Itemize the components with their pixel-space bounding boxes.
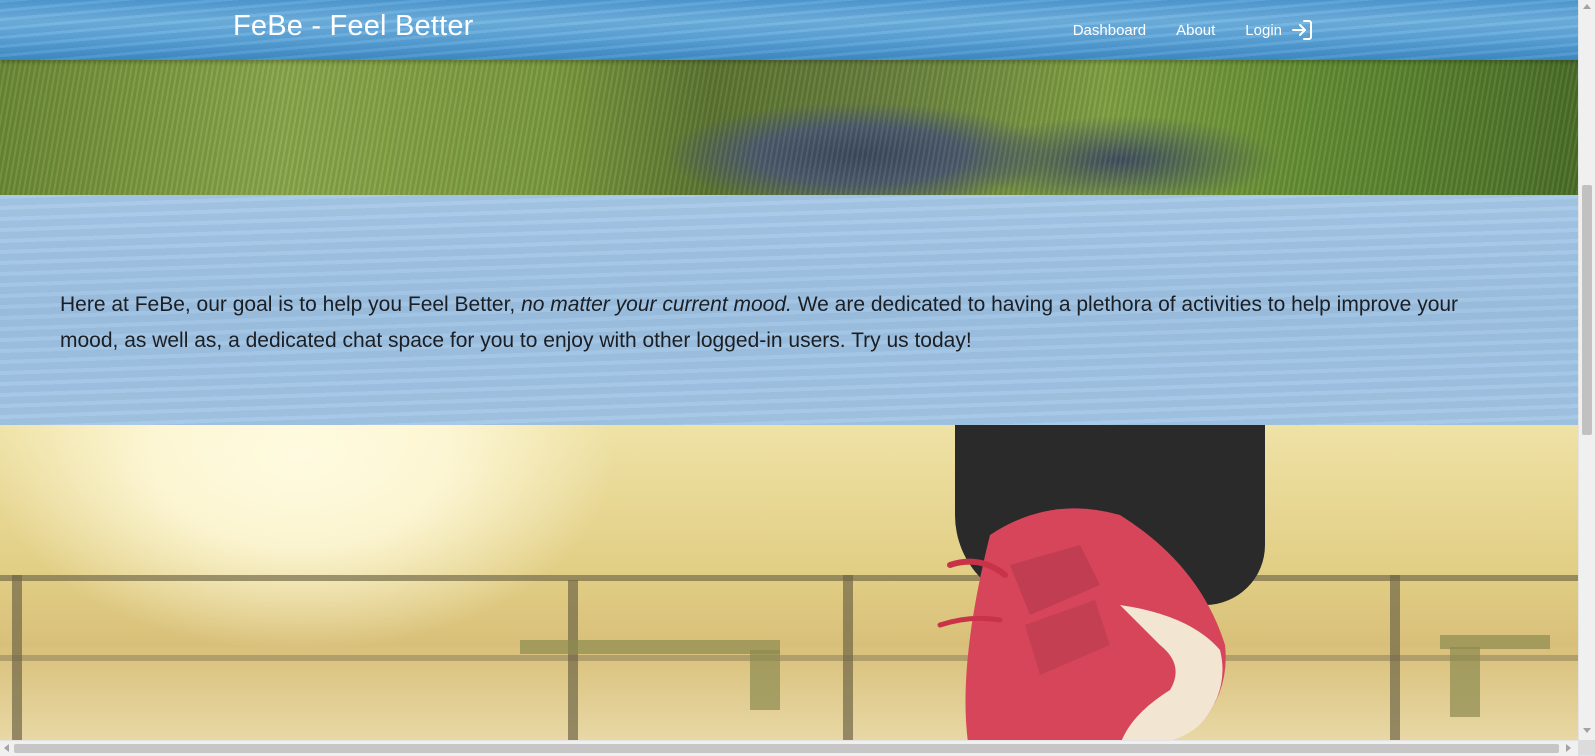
scroll-left-arrow-icon[interactable] bbox=[4, 744, 9, 752]
scroll-right-arrow-icon[interactable] bbox=[1566, 744, 1571, 752]
horizontal-scrollbar[interactable] bbox=[0, 740, 1578, 756]
hero-image-sneaker bbox=[0, 425, 1578, 740]
nav-about-link[interactable]: About bbox=[1176, 16, 1215, 45]
horizontal-scrollbar-thumb[interactable] bbox=[14, 744, 1559, 753]
nav-links: Dashboard About Login bbox=[1073, 12, 1314, 48]
nav-login-link[interactable]: Login bbox=[1245, 12, 1314, 48]
railing-middle bbox=[0, 655, 1578, 661]
red-sneaker-illustration bbox=[937, 508, 1226, 740]
mission-text: Here at FeBe, our goal is to help you Fe… bbox=[60, 287, 1500, 359]
vertical-scrollbar[interactable] bbox=[1578, 0, 1595, 740]
nav-dashboard-link[interactable]: Dashboard bbox=[1073, 16, 1146, 45]
bench-leg bbox=[1450, 647, 1480, 717]
login-icon bbox=[1292, 20, 1312, 40]
scroll-down-arrow-icon[interactable] bbox=[1583, 728, 1591, 733]
railing-top bbox=[0, 575, 1578, 581]
bench-leg bbox=[750, 650, 780, 710]
mission-text-start: Here at FeBe, our goal is to help you Fe… bbox=[60, 293, 522, 316]
top-navbar: FeBe - Feel Better Dashboard About Login bbox=[0, 0, 1578, 60]
page-viewport: FeBe - Feel Better Dashboard About Login… bbox=[0, 0, 1578, 740]
hero-image-grass-stream bbox=[0, 60, 1578, 195]
scrollbar-corner bbox=[1578, 740, 1595, 755]
scroll-up-arrow-icon[interactable] bbox=[1583, 4, 1591, 9]
mission-section: Here at FeBe, our goal is to help you Fe… bbox=[0, 195, 1578, 425]
mission-text-italic: no matter your current mood. bbox=[521, 293, 792, 316]
railing-post bbox=[843, 575, 853, 740]
vertical-scrollbar-thumb[interactable] bbox=[1582, 185, 1592, 435]
bench bbox=[520, 640, 780, 654]
nav-login-label: Login bbox=[1245, 21, 1282, 39]
brand-logo-link[interactable]: FeBe - Feel Better bbox=[233, 10, 474, 43]
railing-post bbox=[12, 575, 22, 740]
railing-post bbox=[1390, 575, 1400, 740]
railing-post bbox=[568, 580, 578, 740]
